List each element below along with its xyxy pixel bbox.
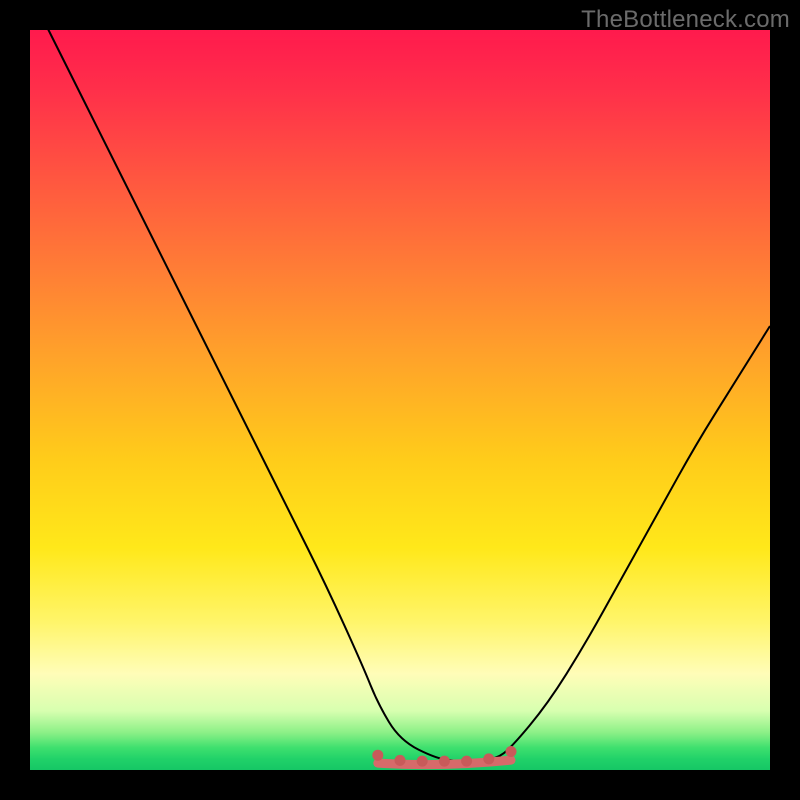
plot-area — [30, 30, 770, 770]
marker-dot — [395, 755, 406, 766]
chart-svg — [30, 30, 770, 770]
marker-dot — [439, 756, 450, 767]
marker-dot — [417, 756, 428, 767]
marker-dot — [461, 756, 472, 767]
bottleneck-curve — [30, 0, 770, 761]
marker-dot — [506, 746, 517, 757]
marker-dot — [483, 753, 494, 764]
chart-canvas: TheBottleneck.com — [0, 0, 800, 800]
watermark-text: TheBottleneck.com — [581, 6, 790, 34]
marker-dot — [372, 750, 383, 761]
